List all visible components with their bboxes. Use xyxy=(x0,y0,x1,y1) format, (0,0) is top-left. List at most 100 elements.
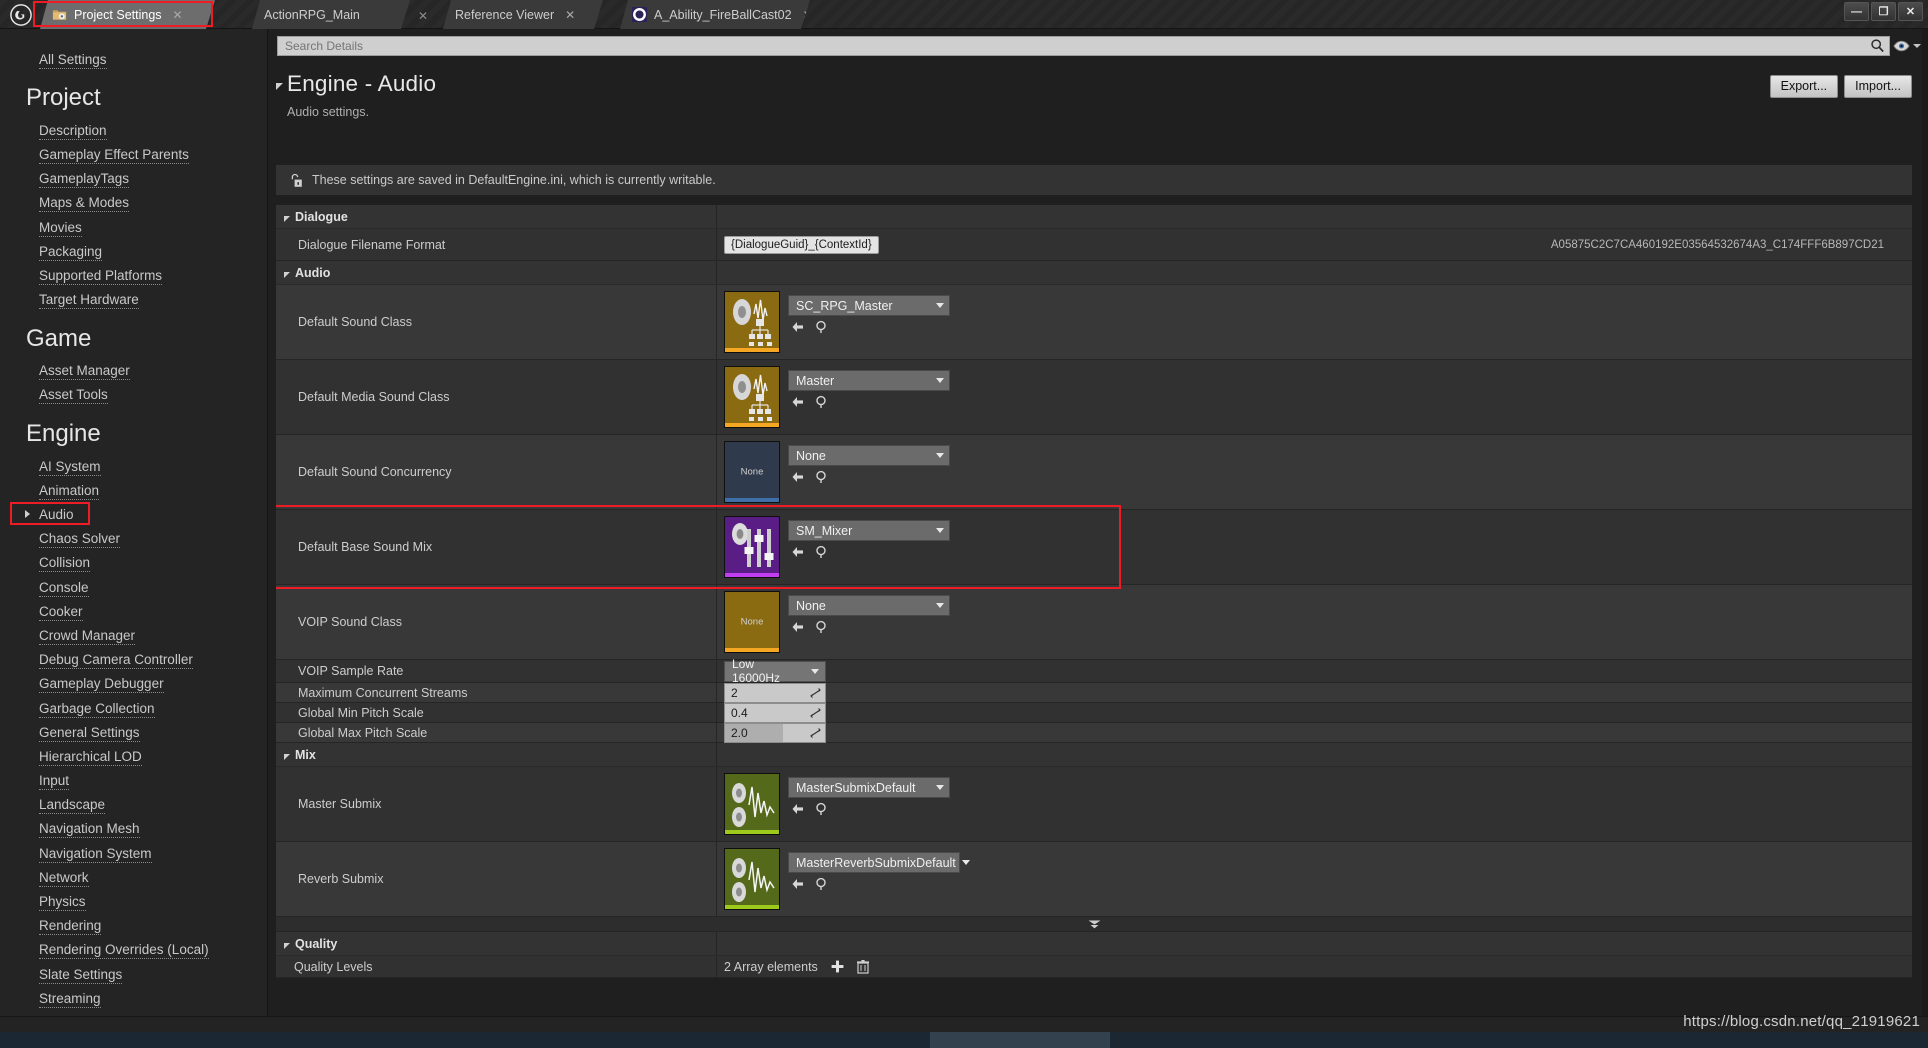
expand-triangle-icon[interactable] xyxy=(25,510,30,519)
number-input[interactable]: 0.4 xyxy=(724,702,826,723)
double-chevron-down-icon[interactable] xyxy=(1088,920,1101,929)
browse-to-asset-icon[interactable] xyxy=(815,395,829,409)
sidebar-item-garbage-collection[interactable]: Garbage Collection xyxy=(0,696,267,720)
asset-combo-box[interactable]: SM_Mixer xyxy=(788,520,950,541)
browse-to-asset-icon[interactable] xyxy=(815,470,829,484)
sidebar-item-audio[interactable]: Audio xyxy=(0,502,267,526)
asset-thumbnail[interactable]: None xyxy=(724,441,780,503)
sidebar-item-ai-system[interactable]: AI System xyxy=(0,454,267,478)
use-selected-asset-icon[interactable] xyxy=(791,545,805,559)
section-header-quality[interactable]: Quality xyxy=(276,932,1912,956)
sidebar-item-streaming[interactable]: Streaming xyxy=(0,986,267,1010)
tab-close-icon[interactable]: ✕ xyxy=(565,8,575,22)
minimize-button[interactable]: — xyxy=(1844,2,1869,21)
browse-to-asset-icon[interactable] xyxy=(815,620,829,634)
sidebar-item-rendering[interactable]: Rendering xyxy=(0,914,267,938)
sidebar-item-navigation-system[interactable]: Navigation System xyxy=(0,841,267,865)
sidebar-item-animation[interactable]: Animation xyxy=(0,478,267,502)
sidebar-item-hierarchical-lod[interactable]: Hierarchical LOD xyxy=(0,744,267,768)
asset-combo-box[interactable]: SC_RPG_Master xyxy=(788,295,950,316)
asset-combo-box[interactable]: Master xyxy=(788,370,950,391)
view-options-button[interactable] xyxy=(1890,35,1924,57)
sidebar-item-all-settings[interactable]: All Settings xyxy=(0,47,267,71)
section-header-dialogue[interactable]: Dialogue xyxy=(276,205,1912,229)
sidebar-item-packaging[interactable]: Packaging xyxy=(0,239,267,263)
close-button[interactable]: ✕ xyxy=(1898,2,1923,21)
sidebar-item-gameplay-debugger[interactable]: Gameplay Debugger xyxy=(0,672,267,696)
use-selected-asset-icon[interactable] xyxy=(791,802,805,816)
sidebar-item-supported-platforms[interactable]: Supported Platforms xyxy=(0,263,267,287)
browse-to-asset-icon[interactable] xyxy=(815,877,829,891)
asset-thumbnail[interactable] xyxy=(724,773,780,835)
sidebar-item-debug-camera-controller[interactable]: Debug Camera Controller xyxy=(0,648,267,672)
use-selected-asset-icon[interactable] xyxy=(791,877,805,891)
collapse-triangle-icon[interactable] xyxy=(284,215,290,222)
browse-to-asset-icon[interactable] xyxy=(815,320,829,334)
trash-icon[interactable] xyxy=(856,959,869,974)
sidebar-item-gameplaytags[interactable]: GameplayTags xyxy=(0,167,267,191)
tab-a-ability-fireballcast02[interactable]: A_Ability_FireBallCast02 ✕ xyxy=(620,0,810,29)
sidebar-item-collision[interactable]: Collision xyxy=(0,551,267,575)
sidebar-item-movies[interactable]: Movies xyxy=(0,215,267,239)
export-button[interactable]: Export... xyxy=(1769,75,1839,98)
asset-thumbnail[interactable] xyxy=(724,516,780,578)
sidebar-item-gameplay-effect-parents[interactable]: Gameplay Effect Parents xyxy=(0,142,267,166)
collapse-triangle-icon[interactable] xyxy=(284,942,290,949)
tab-close-icon-actionrpg[interactable]: ✕ xyxy=(418,9,428,23)
text-input-field[interactable]: {DialogueGuid}_{ContextId} xyxy=(724,235,879,254)
sidebar-item-target-hardware[interactable]: Target Hardware xyxy=(0,288,267,312)
asset-thumbnail[interactable]: None xyxy=(724,591,780,653)
sidebar-item-slate-settings[interactable]: Slate Settings xyxy=(0,962,267,986)
plus-icon[interactable] xyxy=(831,960,844,973)
settings-sidebar[interactable]: All Settings Project Description Gameplay E… xyxy=(0,29,268,1032)
expand-more-strip[interactable] xyxy=(276,917,1912,932)
asset-combo-box[interactable]: MasterReverbSubmixDefault xyxy=(788,852,970,873)
tab-actionrpg-main[interactable]: ActionRPG_Main xyxy=(252,0,410,29)
use-selected-asset-icon[interactable] xyxy=(791,395,805,409)
spinner-arrows-icon[interactable] xyxy=(810,727,821,739)
tab-close-icon[interactable]: ✕ xyxy=(803,8,813,22)
enum-dropdown[interactable]: Low 16000Hz xyxy=(724,657,826,685)
browse-to-asset-icon[interactable] xyxy=(815,545,829,559)
use-selected-asset-icon[interactable] xyxy=(791,470,805,484)
sidebar-item-asset-tools[interactable]: Asset Tools xyxy=(0,383,267,407)
sidebar-scrollbar[interactable] xyxy=(256,29,267,1032)
sidebar-item-physics[interactable]: Physics xyxy=(0,889,267,913)
sidebar-item-input[interactable]: Input xyxy=(0,769,267,793)
number-input[interactable]: 2 xyxy=(724,682,826,703)
use-selected-asset-icon[interactable] xyxy=(791,320,805,334)
browse-to-asset-icon[interactable] xyxy=(815,802,829,816)
sidebar-item-crowd-manager[interactable]: Crowd Manager xyxy=(0,623,267,647)
collapse-triangle-icon[interactable] xyxy=(276,83,283,90)
collapse-triangle-icon[interactable] xyxy=(284,271,290,278)
search-icon[interactable] xyxy=(1870,38,1885,53)
section-header-audio[interactable]: Audio xyxy=(276,261,1912,285)
tab-reference-viewer[interactable]: Reference Viewer ✕ xyxy=(443,0,603,29)
use-selected-asset-icon[interactable] xyxy=(791,620,805,634)
tab-close-icon[interactable]: ✕ xyxy=(173,8,183,22)
search-details-box[interactable] xyxy=(277,35,1890,56)
asset-combo-box[interactable]: None xyxy=(788,445,950,466)
sidebar-item-network[interactable]: Network xyxy=(0,865,267,889)
spinner-arrows-icon[interactable] xyxy=(810,687,821,699)
sidebar-item-cooker[interactable]: Cooker xyxy=(0,599,267,623)
sidebar-item-chaos-solver[interactable]: Chaos Solver xyxy=(0,527,267,551)
sidebar-item-console[interactable]: Console xyxy=(0,575,267,599)
import-button[interactable]: Import... xyxy=(1844,75,1912,98)
tab-project-settings[interactable]: Project Settings ✕ xyxy=(40,0,215,29)
asset-combo-box[interactable]: MasterSubmixDefault xyxy=(788,777,950,798)
sidebar-item-navigation-mesh[interactable]: Navigation Mesh xyxy=(0,817,267,841)
sidebar-item-maps-modes[interactable]: Maps & Modes xyxy=(0,191,267,215)
sidebar-item-general-settings[interactable]: General Settings xyxy=(0,720,267,744)
taskbar-item[interactable] xyxy=(930,1032,1110,1048)
taskbar[interactable] xyxy=(0,1032,1928,1048)
page-title-row[interactable]: Engine - Audio xyxy=(276,71,1928,97)
sidebar-item-landscape[interactable]: Landscape xyxy=(0,793,267,817)
restore-button[interactable]: ❐ xyxy=(1871,2,1896,21)
spinner-arrows-icon[interactable] xyxy=(810,707,821,719)
asset-combo-box[interactable]: None xyxy=(788,595,950,616)
search-input[interactable] xyxy=(285,38,1870,53)
section-header-mix[interactable]: Mix xyxy=(276,743,1912,767)
number-input[interactable]: 2.0 xyxy=(724,722,826,743)
sidebar-item-asset-manager[interactable]: Asset Manager xyxy=(0,359,267,383)
